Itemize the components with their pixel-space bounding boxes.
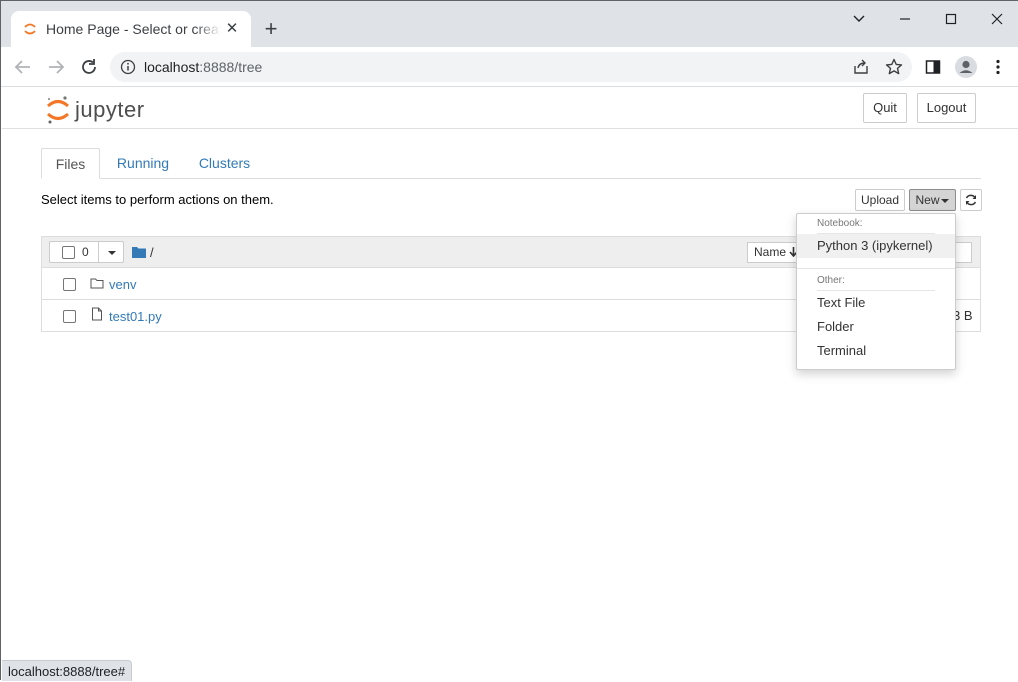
bookmark-star-icon[interactable] [884,57,904,77]
menu-item-terminal[interactable]: Terminal [797,339,955,363]
profile-avatar-icon[interactable] [955,56,977,78]
status-bar-url: localhost:8888/tree# [2,660,133,681]
tab-running[interactable]: Running [105,148,181,179]
back-arrow-icon[interactable] [11,55,35,79]
menu-item-folder[interactable]: Folder [797,315,955,339]
select-all-checkbox[interactable] [62,246,75,259]
file-name-link[interactable]: venv [109,277,136,292]
new-button-label: New [915,193,940,207]
menu-divider [797,268,955,269]
other-section-header: Other: [817,275,845,286]
sort-name-label: Name [754,245,787,259]
jupyter-logo[interactable]: jupyter [45,93,155,124]
url-host: localhost [144,59,200,75]
file-icon [92,307,102,321]
tab-search-icon[interactable] [847,9,871,29]
row-checkbox[interactable] [63,278,76,291]
url-text: localhost:8888/tree [144,59,262,75]
tab-title: Home Page - Select or create a notebook [46,21,221,37]
tab-files[interactable]: Files [41,148,100,179]
forward-arrow-icon[interactable] [44,55,68,79]
browser-menu-icon[interactable] [988,57,1008,77]
tab-strip: Home Page - Select or create a notebook … [1,1,1018,47]
refresh-button[interactable] [960,189,982,211]
select-divider [98,242,99,262]
new-button[interactable]: New [909,189,956,211]
jupyter-wordmark: jupyter [75,97,145,122]
quit-button[interactable]: Quit [863,93,907,123]
caret-down-icon [941,199,949,203]
upload-button[interactable]: Upload [855,189,905,211]
tab-clusters[interactable]: Clusters [189,148,260,179]
new-tab-button[interactable]: + [260,18,282,40]
minimize-icon[interactable] [893,9,917,29]
selection-hint: Select items to perform actions on them. [41,192,274,207]
file-name-link[interactable]: test01.py [109,309,162,324]
refresh-icon [965,194,977,206]
site-info-icon[interactable] [120,59,136,75]
menu-item-python3-kernel[interactable]: Python 3 (ipykernel) [797,234,955,258]
sort-by-name-button[interactable]: Name [747,242,803,263]
menu-item-text-file[interactable]: Text File [797,291,955,315]
jupyter-logo-icon [46,96,70,124]
share-icon[interactable] [852,58,870,76]
select-menu-caret-icon[interactable] [108,251,116,255]
folder-icon [90,278,104,289]
url-path: :8888/tree [199,59,263,75]
side-panel-icon[interactable] [923,57,943,77]
tab-close-icon[interactable]: ✕ [223,20,241,38]
notebook-tabs: Files Running Clusters [41,148,981,179]
jupyter-header: jupyter Quit Logout [2,88,1018,129]
breadcrumb-root[interactable]: / [150,245,154,260]
row-checkbox[interactable] [63,310,76,323]
notebook-section-header: Notebook: [817,218,863,229]
maximize-icon[interactable] [939,9,963,29]
new-dropdown-menu: Notebook: Python 3 (ipykernel) Other: Te… [796,213,956,370]
selected-count: 0 [82,245,89,259]
browser-window: Home Page - Select or create a notebook … [0,0,1018,681]
browser-toolbar: localhost:8888/tree [1,47,1018,87]
logout-button[interactable]: Logout [917,93,976,123]
window-close-icon[interactable] [985,9,1009,29]
reload-icon[interactable] [77,55,101,79]
address-bar[interactable]: localhost:8888/tree [110,52,912,82]
browser-tab[interactable]: Home Page - Select or create a notebook … [11,11,251,47]
folder-breadcrumb-icon[interactable] [132,246,146,258]
jupyter-favicon-icon [24,23,36,35]
select-all-group[interactable]: 0 [49,241,124,263]
